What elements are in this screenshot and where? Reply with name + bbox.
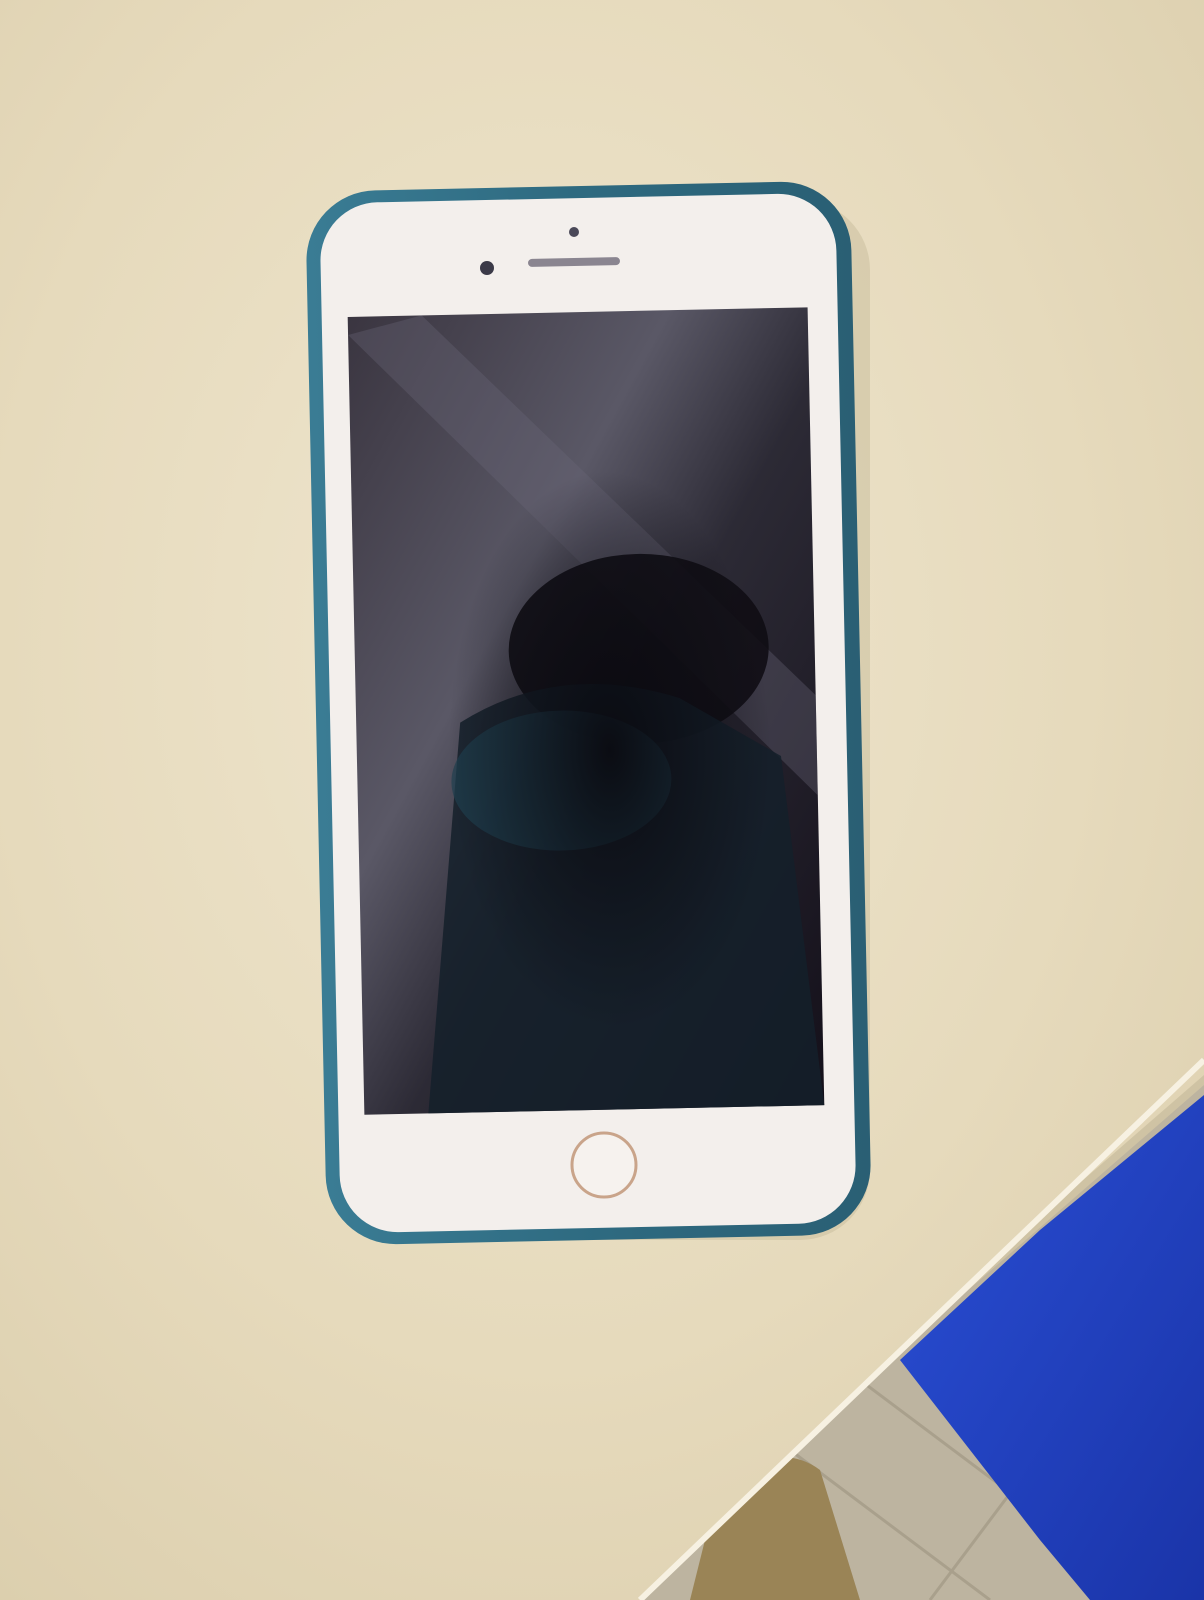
phone-screen-group [347,307,825,1115]
sensor-dot [569,227,579,237]
front-camera-icon [480,261,494,275]
screen-shade [347,307,825,1115]
home-button-icon [570,1131,638,1199]
photo-scene [0,0,1204,1600]
scene-svg [0,0,1204,1600]
